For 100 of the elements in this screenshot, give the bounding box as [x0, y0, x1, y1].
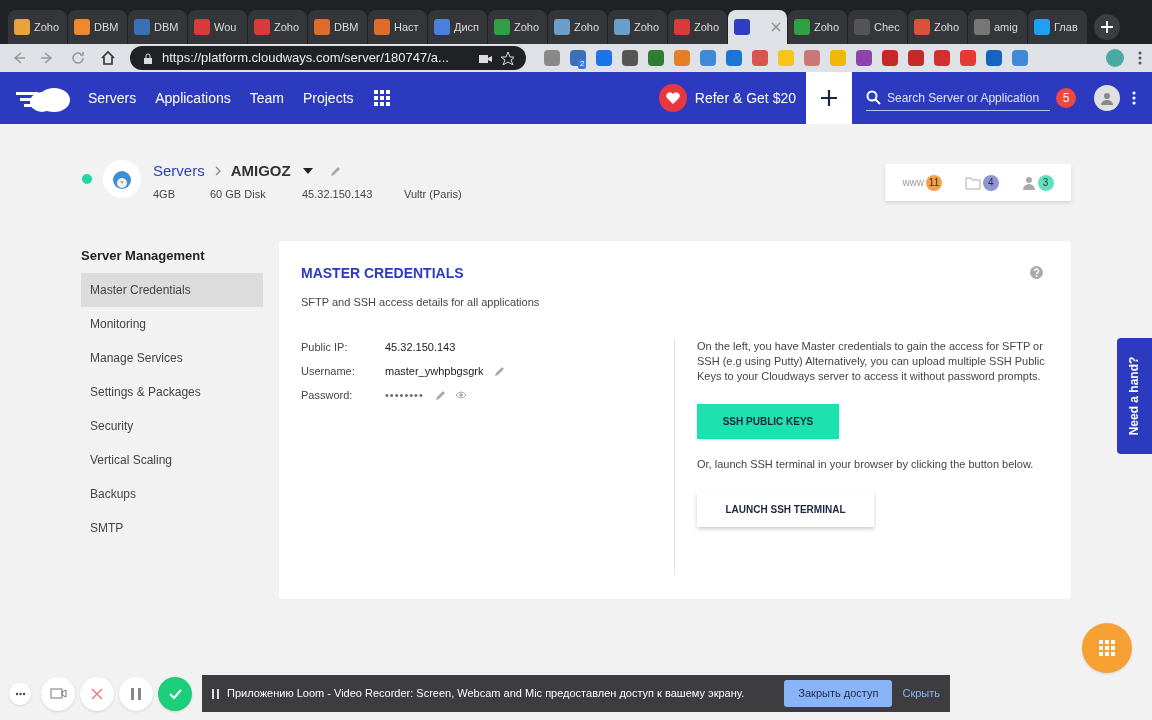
tab-title: Zoho — [634, 19, 660, 35]
favicon-icon — [374, 19, 390, 35]
browser-tab[interactable]: DBM — [128, 10, 187, 44]
nav-link[interactable]: Projects — [302, 87, 354, 109]
extension-icon[interactable] — [856, 50, 872, 66]
sidebar-title: Server Management — [81, 247, 206, 265]
apps-grid-icon — [373, 90, 390, 106]
extension-icon[interactable] — [596, 50, 612, 66]
favicon-icon — [494, 19, 510, 35]
browser-tab[interactable]: Zoho — [488, 10, 547, 44]
pencil-icon — [493, 365, 505, 377]
extension-icon[interactable] — [934, 50, 950, 66]
stop-sharing-button[interactable]: Закрыть доступ — [784, 680, 893, 707]
www-label: www — [902, 176, 925, 190]
field-value: 45.32.150.143 — [385, 339, 456, 355]
help-tab[interactable]: Need a hand? — [1117, 338, 1152, 454]
field-label: Username: — [301, 363, 356, 379]
extension-icon[interactable] — [674, 50, 690, 66]
favicon-icon — [434, 19, 450, 35]
browser-tab[interactable]: amig — [968, 10, 1027, 44]
browser-tab[interactable]: Zoho — [8, 10, 67, 44]
extension-icon[interactable] — [908, 50, 924, 66]
dropdown-caret-icon — [302, 167, 313, 176]
counter[interactable]: 3 — [1021, 174, 1054, 191]
add-button[interactable] — [806, 72, 852, 124]
menu-icon[interactable] — [1138, 51, 1142, 65]
search-field[interactable]: Search Server or Application — [866, 85, 1050, 111]
cancel-button[interactable] — [80, 676, 114, 711]
extension-icon[interactable]: 2 — [570, 50, 586, 66]
extension-icon[interactable] — [622, 50, 638, 66]
tab-title: Глав — [1054, 19, 1078, 35]
browser-tab[interactable] — [728, 10, 787, 44]
sidebar-item[interactable]: Backups — [81, 477, 263, 511]
done-button[interactable] — [158, 676, 192, 711]
pause-button[interactable] — [119, 676, 153, 711]
camera-button[interactable] — [41, 676, 75, 711]
tab-title: DBM — [334, 19, 359, 35]
user-avatar[interactable] — [1094, 85, 1120, 111]
tab-title: Zoho — [814, 19, 840, 35]
refer-link[interactable]: Refer & Get $20 — [694, 87, 796, 109]
address-bar[interactable]: https://platform.cloudways.com/server/180747/a... — [130, 46, 526, 70]
browser-tab[interactable]: Zoho — [608, 10, 667, 44]
browser-tab[interactable]: Глав — [1028, 10, 1087, 44]
extension-icon[interactable] — [882, 50, 898, 66]
sidebar-item[interactable]: Monitoring — [81, 307, 263, 341]
sidebar-item[interactable]: Settings & Packages — [81, 375, 263, 409]
pencil-icon — [328, 165, 340, 177]
browser-tab[interactable]: Наст — [368, 10, 427, 44]
extension-icon[interactable] — [726, 50, 742, 66]
browser-tab[interactable]: Дисп — [428, 10, 487, 44]
favicon-icon — [554, 19, 570, 35]
hide-link[interactable]: Скрыть — [902, 685, 940, 702]
nav-link[interactable]: Team — [249, 87, 284, 109]
nav-link[interactable]: Servers — [88, 87, 137, 109]
browser-tab[interactable]: Wou — [188, 10, 247, 44]
sidebar-item[interactable]: Security — [81, 409, 263, 443]
more-button[interactable] — [9, 682, 31, 705]
count-badge: 4 — [982, 174, 999, 191]
nav-link[interactable]: Applications — [155, 87, 231, 109]
favicon-icon — [854, 19, 870, 35]
sidebar-item[interactable]: Vertical Scaling — [81, 443, 263, 477]
count-badge: 3 — [1037, 174, 1054, 191]
launch-terminal-button[interactable]: LAUNCH SSH TERMINAL — [697, 491, 874, 527]
help-icon[interactable] — [1030, 266, 1043, 279]
avatar-icon[interactable] — [1106, 49, 1124, 67]
notification-badge[interactable]: 5 — [1056, 88, 1076, 108]
extension-icon[interactable] — [986, 50, 1002, 66]
tab-title: Zoho — [934, 19, 960, 35]
tab-title: Zoho — [514, 19, 540, 35]
sidebar-item[interactable]: SMTP — [81, 511, 263, 545]
close-icon[interactable] — [771, 22, 781, 32]
browser-tab[interactable]: Chec — [848, 10, 907, 44]
extension-icon[interactable] — [700, 50, 716, 66]
sidebar-item[interactable]: Manage Services — [81, 341, 263, 375]
browser-tab[interactable]: Zoho — [668, 10, 727, 44]
extension-icon[interactable] — [752, 50, 768, 66]
browser-tab[interactable]: Zoho — [548, 10, 607, 44]
extension-icon[interactable] — [1012, 50, 1028, 66]
extension-icon[interactable] — [960, 50, 976, 66]
extension-icon[interactable] — [544, 50, 560, 66]
counter[interactable]: www 11 — [902, 174, 943, 191]
counter[interactable]: 4 — [964, 174, 999, 191]
server-spec: 60 GB Disk — [210, 186, 267, 202]
star-icon — [500, 51, 514, 65]
browser-tab[interactable]: DBM — [308, 10, 367, 44]
extension-icon[interactable] — [648, 50, 664, 66]
ssh-keys-button[interactable]: SSH PUBLIC KEYS — [697, 403, 839, 439]
browser-tab[interactable]: Zoho — [908, 10, 967, 44]
new-tab-button[interactable] — [1094, 14, 1120, 40]
browser-tab[interactable]: DBM — [68, 10, 127, 44]
tab-title: amig — [994, 19, 1018, 35]
extension-icon[interactable] — [804, 50, 820, 66]
apps-fab-button[interactable] — [1082, 623, 1132, 673]
sidebar-item[interactable]: Master Credentials — [81, 273, 263, 307]
breadcrumb-link[interactable]: Servers — [153, 160, 205, 183]
favicon-icon — [674, 19, 690, 35]
browser-tab[interactable]: Zoho — [788, 10, 847, 44]
browser-tab[interactable]: Zoho — [248, 10, 307, 44]
more-icon[interactable] — [1132, 91, 1136, 105]
user-icon — [1100, 91, 1114, 105]
